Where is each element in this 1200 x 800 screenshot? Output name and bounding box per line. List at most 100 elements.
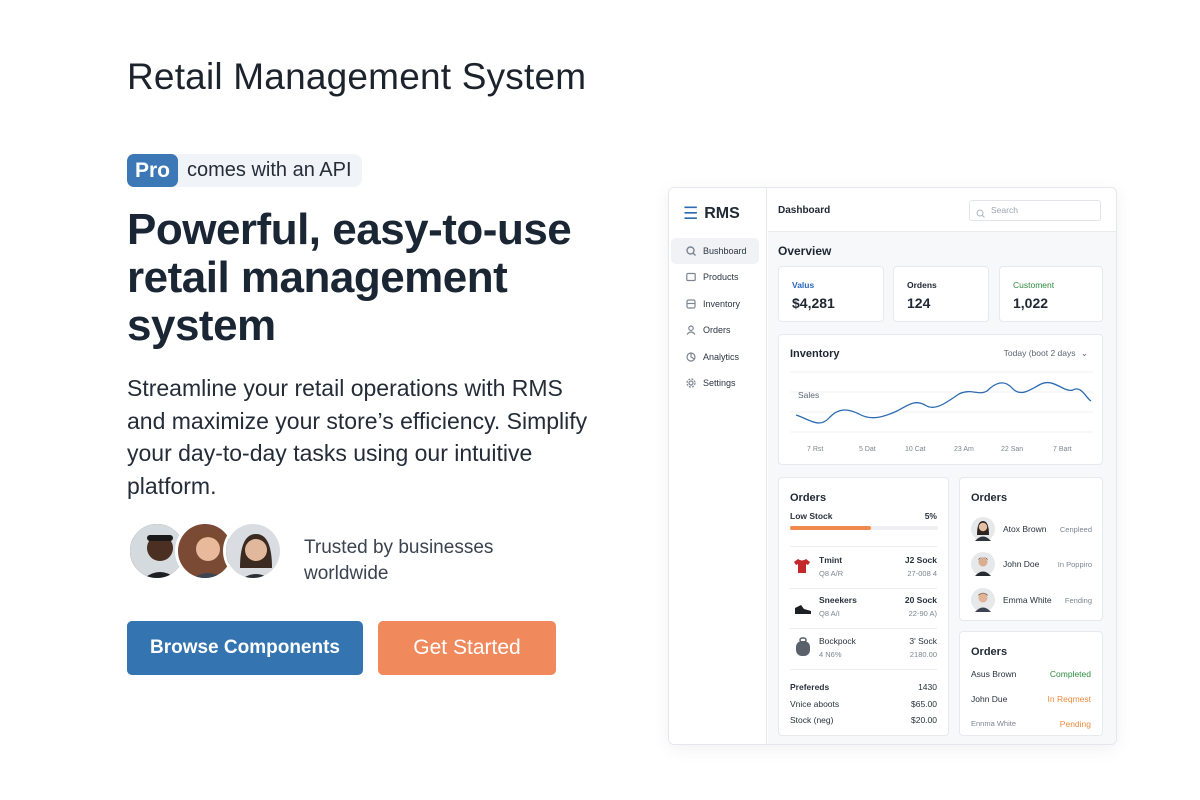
sidebar-item-label: Orders (703, 325, 731, 336)
list-item[interactable]: John Doe In Poppiro (960, 550, 1102, 578)
analytics-icon (685, 351, 696, 362)
order-customer: Asus Brown (971, 669, 1017, 679)
customer-name: Atox Brown (1003, 524, 1047, 534)
dashboard-preview: ☰ RMS Bushboard Products Inventory Order… (668, 187, 1117, 745)
tshirt-icon (793, 558, 811, 579)
avatar (223, 521, 283, 581)
trusted-text: Trusted by businesses worldwide (304, 537, 494, 584)
user-icon (685, 325, 696, 336)
divider (790, 546, 937, 547)
backpack-icon (793, 637, 813, 662)
orders-panel: Orders Low Stock 5% Tmint Q8 A/R J2 Sock… (778, 477, 949, 736)
x-tick-label: 22 San (1001, 446, 1023, 453)
sidebar-item-products[interactable]: Products (671, 264, 759, 290)
customers-panel-title: Orders (971, 492, 1008, 504)
sales-line-chart: Sales 7 Rst 5 Dat 10 Cat 23 Am 22 San 7 … (790, 371, 1093, 453)
low-stock-percent: 5% (924, 511, 937, 521)
product-stock: J2 Sock (904, 555, 937, 565)
product-sub: Q8 A/R (819, 569, 844, 578)
box-icon (685, 272, 696, 283)
gear-icon (685, 377, 696, 388)
customer-status: In Poppiro (1057, 560, 1092, 569)
avatar (971, 517, 995, 546)
sidebar: ☰ RMS Bushboard Products Inventory Order… (669, 188, 767, 744)
x-tick-label: 10 Cat (905, 446, 926, 453)
list-item[interactable]: Bockpock 4 N6% 3' Sock 2180.00 (779, 631, 948, 671)
customer-name: Emma White (1003, 595, 1052, 605)
sidebar-item-label: Analytics (703, 351, 740, 362)
product-name: Sneekers (819, 595, 857, 605)
page-title: Retail Management System (127, 56, 587, 97)
sidebar-item-analytics[interactable]: Analytics (671, 344, 759, 370)
divider (790, 588, 937, 589)
summary-label: Prefereds (790, 682, 830, 692)
status-panel-title: Orders (971, 646, 1008, 658)
search-input[interactable]: Search (969, 200, 1101, 221)
sidebar-item-label: Products (703, 272, 739, 283)
low-stock-progress-fill (790, 526, 872, 530)
dashboard-main: Dashboard Search Overview Valus $4,281 O… (768, 188, 1116, 744)
brand-name: RMS (704, 205, 740, 222)
x-tick-label: 7 Rst (807, 446, 823, 453)
list-item[interactable]: Emma White Fending (960, 586, 1102, 614)
topbar: Dashboard Search (768, 188, 1116, 232)
product-sub: 4 N6% (819, 650, 842, 659)
product-stock: 20 Sock (904, 595, 937, 605)
product-code: 2180.00 (909, 650, 937, 659)
status-badge: Completed (1049, 669, 1091, 679)
low-stock-progress (790, 526, 938, 530)
sidebar-item-settings[interactable]: Settings (671, 370, 759, 396)
divider (790, 628, 937, 629)
customers-panel: Orders Atox Brown Cenpleed John Doe In P… (959, 477, 1103, 621)
stat-card-customers[interactable]: Customent 1,022 (999, 266, 1103, 322)
customer-name: John Doe (1003, 559, 1040, 569)
product-name: Bockpock (819, 636, 856, 646)
topbar-title: Dashboard (778, 205, 831, 216)
customer-status: Cenpleed (1059, 525, 1092, 534)
sidebar-item-inventory[interactable]: Inventory (671, 291, 759, 317)
stat-label: Valus (792, 280, 815, 290)
avatar-group (127, 521, 287, 583)
avatar (971, 552, 995, 581)
pro-badge: Pro (127, 154, 179, 187)
series-label: Sales (798, 390, 819, 400)
sidebar-item-orders[interactable]: Orders (671, 317, 759, 343)
summary-value: $65.00 (911, 699, 937, 709)
sidebar-item-label: Settings (703, 377, 736, 388)
product-sub: Q8 A/I (819, 609, 840, 618)
inventory-chart-card: Inventory Today (boot 2 days ⌄ Sales 7 R… (778, 334, 1103, 465)
overview-title: Overview (778, 244, 832, 258)
summary-value: $20.00 (911, 715, 937, 725)
dashboard-icon (685, 246, 696, 257)
summary-value: 1430 (918, 682, 937, 692)
list-item[interactable]: Atox Brown Cenpleed (960, 515, 1102, 543)
product-code: 22-90 A) (908, 609, 937, 618)
pro-badge-text: comes with an API (187, 159, 352, 181)
hero-description: Streamline your retail operations with R… (127, 375, 588, 499)
customer-status: Fending (1064, 596, 1092, 605)
stat-value: 124 (907, 295, 931, 311)
order-customer: Ennma White (971, 719, 1017, 728)
sidebar-nav: Bushboard Products Inventory Orders Anal… (671, 238, 759, 396)
x-tick-label: 5 Dat (859, 446, 876, 453)
summary-label: Vnice aboots (790, 699, 840, 709)
order-customer: John Due (971, 694, 1008, 704)
list-item[interactable]: Sneekers Q8 A/I 20 Sock 22-90 A) (779, 590, 948, 630)
sidebar-item-dashboard[interactable]: Bushboard (671, 238, 759, 264)
list-item[interactable]: Tmint Q8 A/R J2 Sock 27-008 4 (779, 550, 948, 590)
stat-card-value[interactable]: Valus $4,281 (778, 266, 884, 322)
pro-announcement: Pro comes with an API (127, 154, 362, 187)
browse-components-button[interactable]: Browse Components (127, 621, 363, 675)
divider (790, 669, 937, 670)
summary-label: Stock (neg) (790, 715, 834, 725)
low-stock-label: Low Stock (790, 511, 833, 521)
avatar (971, 588, 995, 617)
menu-icon[interactable]: ☰ (683, 204, 698, 224)
inventory-icon (685, 298, 696, 309)
stat-label: Customent (1013, 280, 1055, 290)
status-badge: In Reqmest (1047, 694, 1091, 704)
order-status-panel: Orders Asus Brown Completed John Due In … (959, 631, 1103, 736)
product-code: 27-008 4 (907, 569, 937, 578)
get-started-button[interactable]: Get Started (378, 621, 556, 675)
stat-card-orders[interactable]: Ordens 124 (893, 266, 989, 322)
